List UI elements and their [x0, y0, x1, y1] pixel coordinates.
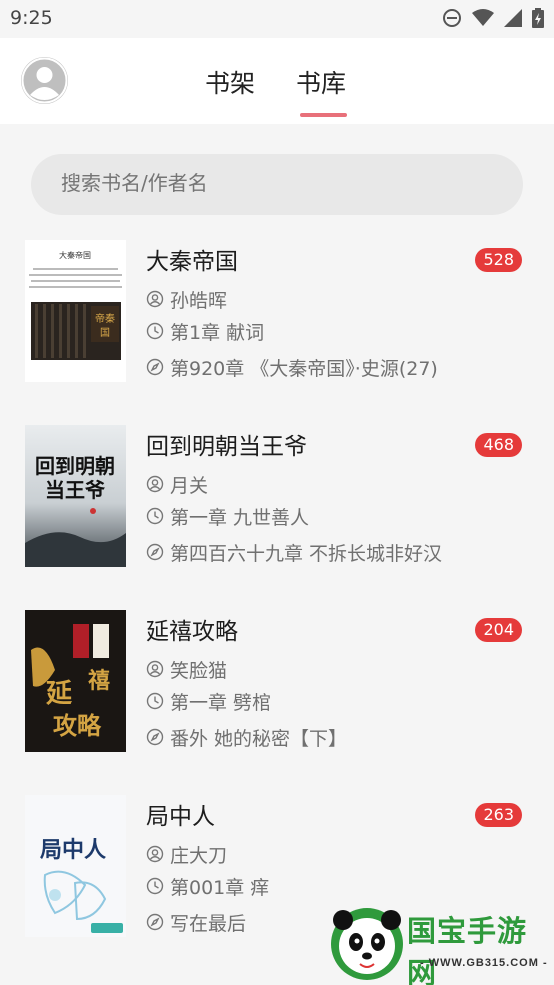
cover-image: 局中人	[25, 795, 126, 937]
first-chapter-row: 第一章 九世善人	[146, 504, 310, 529]
svg-text:局中人: 局中人	[40, 838, 106, 863]
book-author-row: 庄大刀	[146, 842, 228, 867]
status-bar: 9:25	[0, 0, 554, 38]
book-cover: 局中人	[25, 795, 126, 937]
do-not-disturb-icon	[443, 9, 461, 27]
first-chapter: 第001章 痒	[170, 876, 270, 899]
latest-chapter-row: 第四百六十九章 不拆长城非好汉	[146, 540, 443, 565]
chapter-count-badge: 263	[475, 803, 522, 827]
tab-bookshelf[interactable]: 书架	[205, 64, 255, 100]
active-tab-indicator	[300, 113, 347, 117]
book-item[interactable]: 延 禧 攻略 延禧攻略 204 笑脸猫 第一章 劈棺 番外 她的秘密【下】	[0, 610, 554, 770]
user-icon	[146, 475, 164, 493]
svg-text:大秦帝国: 大秦帝国	[59, 250, 91, 260]
watermark-url: - WWW.GB315.COM -	[420, 957, 548, 969]
latest-chapter: 第920章 《大秦帝国》·史源(27)	[170, 357, 438, 380]
cover-image: 延 禧 攻略	[25, 610, 126, 752]
book-author: 孙皓晖	[170, 289, 228, 312]
svg-text:回到明朝: 回到明朝	[35, 454, 115, 478]
latest-chapter: 写在最后	[170, 912, 247, 935]
book-item[interactable]: 回到明朝 当王爷 回到明朝当王爷 468 月关 第一章 九世善人 第四百六十九章…	[0, 425, 554, 585]
latest-chapter-row: 写在最后	[146, 910, 247, 935]
svg-text:帝秦: 帝秦	[95, 312, 115, 325]
user-icon	[146, 660, 164, 678]
battery-charging-icon	[532, 8, 544, 28]
compass-icon	[146, 728, 164, 746]
book-author-row: 孙皓晖	[146, 287, 228, 312]
book-cover: 大秦帝国 帝秦 国	[25, 240, 126, 382]
status-icons	[442, 8, 544, 28]
clock-icon	[146, 877, 164, 895]
clock-icon	[146, 322, 164, 340]
svg-text:当王爷: 当王爷	[45, 478, 106, 502]
user-avatar-icon	[21, 57, 68, 104]
book-cover: 延 禧 攻略	[25, 610, 126, 752]
compass-icon	[146, 358, 164, 376]
first-chapter: 第一章 九世善人	[170, 506, 310, 529]
chapter-count-badge: 528	[475, 248, 522, 272]
book-author: 月关	[170, 474, 209, 497]
latest-chapter-row: 第920章 《大秦帝国》·史源(27)	[146, 355, 438, 380]
watermark-text: 国宝手游网	[407, 914, 528, 985]
signal-icon	[504, 9, 522, 27]
tab-library[interactable]: 书库	[296, 64, 346, 100]
compass-icon	[146, 913, 164, 931]
book-title: 延禧攻略	[146, 619, 238, 645]
chapter-count-badge: 204	[475, 618, 522, 642]
chapter-count-badge: 468	[475, 433, 522, 457]
user-icon	[146, 290, 164, 308]
search-bar[interactable]	[31, 154, 523, 215]
book-author-row: 月关	[146, 472, 209, 497]
user-icon	[146, 845, 164, 863]
status-time: 9:25	[10, 7, 53, 29]
first-chapter-row: 第1章 献词	[146, 319, 265, 344]
cover-image: 大秦帝国 帝秦 国	[25, 240, 126, 382]
compass-icon	[146, 543, 164, 561]
book-author: 笑脸猫	[170, 659, 228, 682]
book-title: 回到明朝当王爷	[146, 434, 307, 460]
svg-text:攻略: 攻略	[53, 712, 102, 740]
first-chapter-row: 第001章 痒	[146, 874, 270, 899]
book-title: 大秦帝国	[146, 249, 238, 275]
site-watermark: 国宝手游网 - WWW.GB315.COM -	[323, 902, 554, 985]
clock-icon	[146, 507, 164, 525]
book-author: 庄大刀	[170, 844, 228, 867]
svg-text:延: 延	[45, 679, 73, 709]
latest-chapter-row: 番外 她的秘密【下】	[146, 725, 348, 750]
book-cover: 回到明朝 当王爷	[25, 425, 126, 567]
first-chapter: 第一章 劈棺	[170, 691, 272, 714]
user-avatar[interactable]	[21, 57, 68, 104]
panda-logo-icon	[331, 908, 403, 980]
clock-icon	[146, 692, 164, 710]
latest-chapter: 番外 她的秘密【下】	[170, 727, 348, 750]
latest-chapter: 第四百六十九章 不拆长城非好汉	[170, 542, 443, 565]
top-header: 书架 书库	[0, 38, 554, 124]
book-author-row: 笑脸猫	[146, 657, 228, 682]
first-chapter-row: 第一章 劈棺	[146, 689, 272, 714]
svg-text:禧: 禧	[88, 668, 110, 694]
search-input[interactable]	[61, 171, 491, 195]
book-title: 局中人	[146, 804, 215, 830]
wifi-icon	[472, 9, 494, 26]
book-item[interactable]: 大秦帝国 帝秦 国 大秦帝国 528 孙皓晖 第1章 献词 第920章 《大秦帝…	[0, 240, 554, 400]
first-chapter: 第1章 献词	[170, 321, 265, 344]
svg-text:国: 国	[100, 327, 110, 339]
cover-image: 回到明朝 当王爷	[25, 425, 126, 567]
